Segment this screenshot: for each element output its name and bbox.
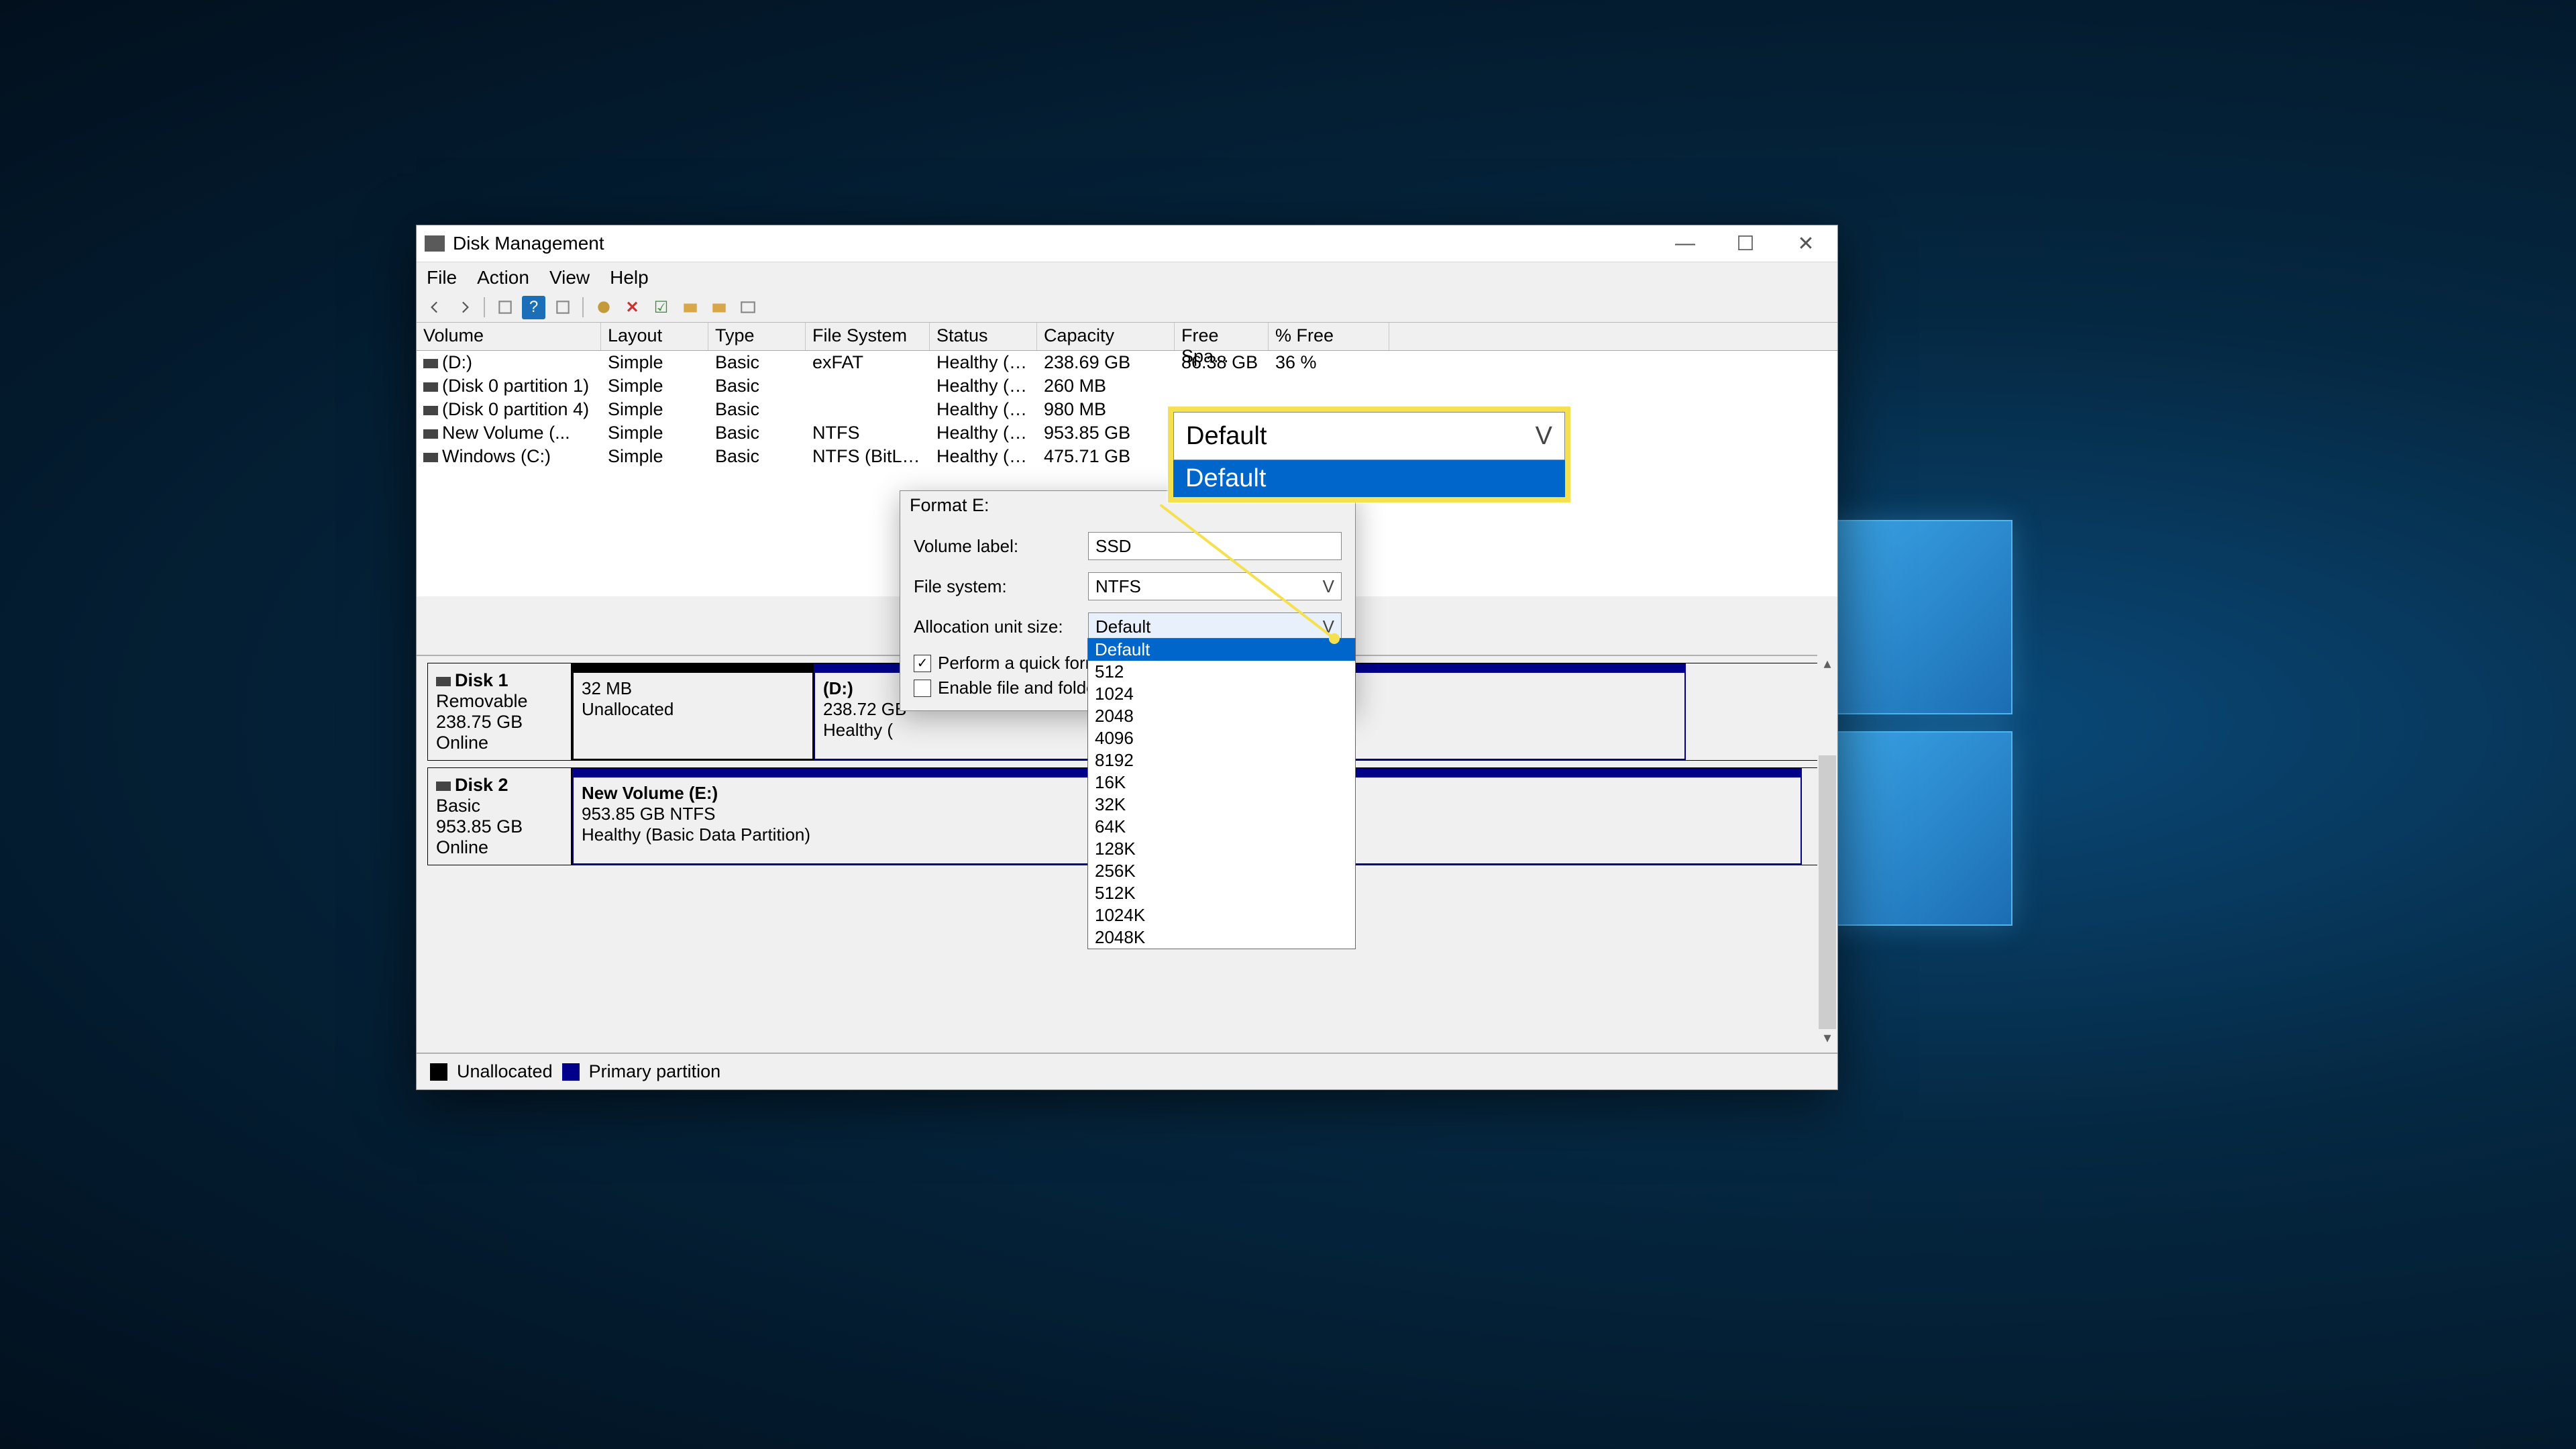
- close-button[interactable]: ✕: [1796, 233, 1816, 254]
- delete-icon[interactable]: ✕: [621, 296, 644, 319]
- window-title: Disk Management: [453, 233, 1675, 254]
- volume-row[interactable]: Windows (C:)SimpleBasicNTFS (BitLo...Hea…: [417, 445, 1837, 468]
- dropdown-option[interactable]: 64K: [1088, 816, 1355, 838]
- dropdown-option[interactable]: 512: [1088, 661, 1355, 683]
- column-header[interactable]: Layout: [601, 323, 708, 350]
- dropdown-option[interactable]: 4096: [1088, 727, 1355, 749]
- menu-action[interactable]: Action: [477, 267, 529, 288]
- allocation-unit-size-dropdown[interactable]: Default512102420484096819216K32K64K128K2…: [1087, 638, 1356, 949]
- volume-label-label: Volume label:: [914, 536, 1088, 557]
- menubar: File Action View Help: [417, 262, 1837, 292]
- refresh-icon[interactable]: [493, 296, 517, 319]
- dropdown-option[interactable]: 32K: [1088, 794, 1355, 816]
- partition[interactable]: 32 MBUnallocated: [572, 663, 814, 760]
- scrollbar[interactable]: ▴ ▾: [1817, 655, 1837, 1049]
- column-header[interactable]: Free Spa...: [1175, 323, 1269, 350]
- checkbox-checked-icon: ✓: [914, 655, 931, 672]
- volume-list-header: VolumeLayoutTypeFile SystemStatusCapacit…: [417, 323, 1837, 351]
- callout-magnified-dropdown: Default V Default: [1168, 407, 1570, 502]
- menu-view[interactable]: View: [549, 267, 590, 288]
- chevron-down-icon: V: [1323, 616, 1334, 637]
- legend-unallocated: Unallocated: [457, 1061, 553, 1082]
- filesystem-label: File system:: [914, 576, 1088, 597]
- dropdown-option[interactable]: 2048K: [1088, 926, 1355, 949]
- folder-icon[interactable]: [678, 296, 702, 319]
- chevron-down-icon: V: [1536, 422, 1552, 451]
- minimize-button[interactable]: —: [1675, 233, 1695, 254]
- volume-row[interactable]: (D:)SimpleBasicexFATHealthy (P...238.69 …: [417, 351, 1837, 374]
- callout-highlighted-option[interactable]: Default: [1173, 460, 1565, 497]
- volume-row[interactable]: (Disk 0 partition 1)SimpleBasicHealthy (…: [417, 374, 1837, 398]
- forward-button[interactable]: [452, 296, 476, 319]
- column-header[interactable]: % Free: [1269, 323, 1389, 350]
- titlebar[interactable]: Disk Management — ☐ ✕: [417, 225, 1837, 262]
- help-icon[interactable]: ?: [522, 296, 545, 319]
- volume-label-input[interactable]: SSD: [1088, 532, 1342, 560]
- allocation-unit-size-label: Allocation unit size:: [914, 616, 1088, 637]
- filesystem-select[interactable]: NTFSV: [1088, 572, 1342, 600]
- menu-help[interactable]: Help: [610, 267, 649, 288]
- dropdown-option[interactable]: 128K: [1088, 838, 1355, 860]
- callout-select[interactable]: Default V: [1173, 412, 1565, 460]
- legend-primary: Primary partition: [589, 1061, 721, 1082]
- dropdown-option[interactable]: 512K: [1088, 882, 1355, 904]
- menu-file[interactable]: File: [427, 267, 457, 288]
- legend: Unallocated Primary partition: [417, 1053, 1837, 1089]
- check-icon[interactable]: ☑: [649, 296, 673, 319]
- dropdown-option[interactable]: 256K: [1088, 860, 1355, 882]
- column-header[interactable]: Status: [930, 323, 1037, 350]
- dropdown-option[interactable]: 1024K: [1088, 904, 1355, 926]
- disk-management-window: Disk Management — ☐ ✕ File Action View H…: [416, 225, 1838, 1090]
- column-header[interactable]: Volume: [417, 323, 601, 350]
- dropdown-option[interactable]: 2048: [1088, 705, 1355, 727]
- folder2-icon[interactable]: [707, 296, 731, 319]
- dropdown-option[interactable]: 8192: [1088, 749, 1355, 771]
- dropdown-option[interactable]: 16K: [1088, 771, 1355, 794]
- back-button[interactable]: [423, 296, 447, 319]
- volume-row[interactable]: New Volume (...SimpleBasicNTFSHealthy (B…: [417, 421, 1837, 445]
- action-icon[interactable]: [592, 296, 615, 319]
- column-header[interactable]: File System: [806, 323, 930, 350]
- settings-icon[interactable]: [551, 296, 574, 319]
- app-icon: [425, 235, 445, 252]
- dropdown-option[interactable]: Default: [1088, 639, 1355, 661]
- column-header[interactable]: Type: [708, 323, 806, 350]
- list-icon[interactable]: [736, 296, 759, 319]
- chevron-down-icon: V: [1323, 576, 1334, 597]
- dropdown-option[interactable]: 1024: [1088, 683, 1355, 705]
- volume-row[interactable]: (Disk 0 partition 4)SimpleBasicHealthy (…: [417, 398, 1837, 421]
- column-header[interactable]: Capacity: [1037, 323, 1175, 350]
- toolbar: ? ✕ ☑: [417, 292, 1837, 323]
- allocation-unit-size-select[interactable]: DefaultV: [1088, 612, 1342, 641]
- checkbox-unchecked-icon: [914, 680, 931, 697]
- maximize-button[interactable]: ☐: [1735, 233, 1756, 254]
